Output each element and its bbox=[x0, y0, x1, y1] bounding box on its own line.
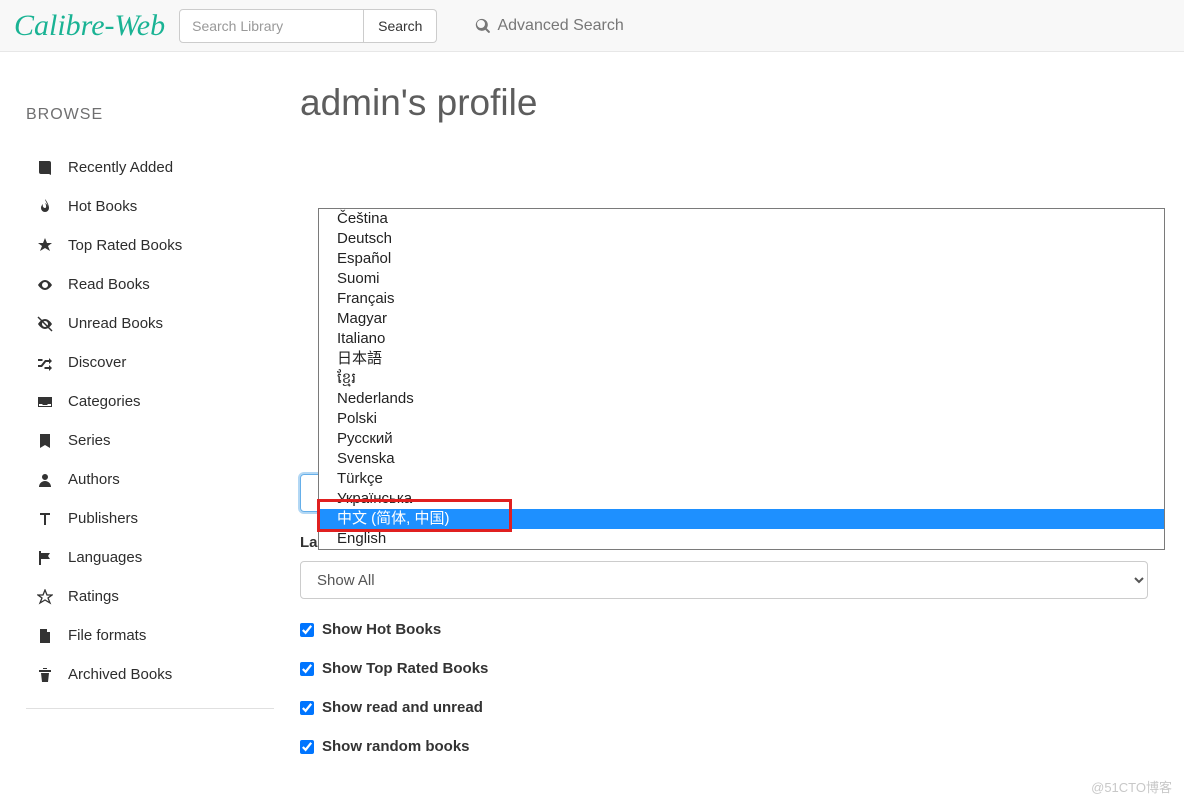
language-option[interactable]: Čeština bbox=[319, 209, 1164, 229]
watermark: @51CTO博客 bbox=[1091, 777, 1172, 796]
user-icon bbox=[36, 471, 54, 488]
language-option[interactable]: Українська bbox=[319, 489, 1164, 509]
checkbox-label: Show read and unread bbox=[322, 699, 483, 716]
language-option[interactable]: Italiano bbox=[319, 329, 1164, 349]
advanced-search-label: Advanced Search bbox=[497, 17, 623, 35]
star-open-icon bbox=[36, 588, 54, 605]
language-option[interactable]: ខ្មែរ bbox=[319, 369, 1164, 389]
language-option[interactable]: Svenska bbox=[319, 449, 1164, 469]
checkbox-2[interactable] bbox=[300, 701, 314, 715]
checkbox-0[interactable] bbox=[300, 623, 314, 637]
checkbox-3[interactable] bbox=[300, 740, 314, 754]
fire-icon bbox=[36, 198, 54, 215]
star-icon bbox=[36, 237, 54, 254]
sidebar-item-flag[interactable]: Languages bbox=[26, 538, 274, 577]
language-option[interactable]: English bbox=[319, 529, 1164, 549]
checkbox-row: Show read and unread bbox=[300, 699, 1184, 716]
sidebar-item-label: Ratings bbox=[68, 588, 119, 605]
page-title: admin's profile bbox=[300, 82, 1184, 124]
flag-icon bbox=[36, 549, 54, 566]
nav-list: Recently Added Hot Books Top Rated Books Re… bbox=[26, 148, 274, 694]
sidebar-item-label: File formats bbox=[68, 627, 146, 644]
checkbox-row: Show random books bbox=[300, 738, 1184, 755]
random-icon bbox=[36, 354, 54, 371]
sidebar-item-label: Hot Books bbox=[68, 198, 137, 215]
font-icon bbox=[36, 510, 54, 527]
main-content: admin's profile ČeštinaDeutschEspañolSuo… bbox=[300, 52, 1184, 755]
sidebar-item-book[interactable]: Recently Added bbox=[26, 148, 274, 187]
sidebar-item-eye-slash[interactable]: Unread Books bbox=[26, 304, 274, 343]
sidebar-item-label: Series bbox=[68, 432, 111, 449]
search-group: Search bbox=[179, 9, 437, 43]
sidebar-item-font[interactable]: Publishers bbox=[26, 499, 274, 538]
language-option[interactable]: Deutsch bbox=[319, 229, 1164, 249]
sidebar-item-label: Categories bbox=[68, 393, 141, 410]
sidebar-item-star-open[interactable]: Ratings bbox=[26, 577, 274, 616]
file-icon bbox=[36, 627, 54, 644]
sidebar-item-user[interactable]: Authors bbox=[26, 460, 274, 499]
sidebar-heading: BROWSE bbox=[26, 106, 274, 124]
eye-icon bbox=[36, 276, 54, 293]
sidebar-item-label: Unread Books bbox=[68, 315, 163, 332]
app-logo: Calibre-Web bbox=[14, 9, 165, 43]
language-listbox[interactable]: ČeštinaDeutschEspañolSuomiFrançaisMagyar… bbox=[318, 208, 1165, 550]
sidebar-item-inbox[interactable]: Categories bbox=[26, 382, 274, 421]
search-input[interactable] bbox=[179, 9, 364, 43]
language-option[interactable]: Français bbox=[319, 289, 1164, 309]
language-option[interactable]: 日本語 bbox=[319, 349, 1164, 369]
advanced-search-link[interactable]: Advanced Search bbox=[475, 17, 623, 35]
sidebar-item-label: Top Rated Books bbox=[68, 237, 182, 254]
trash-icon bbox=[36, 666, 54, 683]
sidebar-item-file[interactable]: File formats bbox=[26, 616, 274, 655]
checkbox-row: Show Top Rated Books bbox=[300, 660, 1184, 677]
sidebar-item-star[interactable]: Top Rated Books bbox=[26, 226, 274, 265]
inbox-icon bbox=[36, 393, 54, 410]
sidebar-item-eye[interactable]: Read Books bbox=[26, 265, 274, 304]
book-icon bbox=[36, 159, 54, 176]
language-option[interactable]: Polski bbox=[319, 409, 1164, 429]
sidebar-item-label: Archived Books bbox=[68, 666, 172, 683]
checkbox-label: Show random books bbox=[322, 738, 470, 755]
checkbox-label: Show Top Rated Books bbox=[322, 660, 488, 677]
sidebar-item-trash[interactable]: Archived Books bbox=[26, 655, 274, 694]
language-option[interactable]: 中文 (简体, 中国) bbox=[319, 509, 1164, 529]
eye-slash-icon bbox=[36, 315, 54, 332]
sidebar-item-label: Discover bbox=[68, 354, 126, 371]
sidebar-item-label: Publishers bbox=[68, 510, 138, 527]
bookmark-icon bbox=[36, 432, 54, 449]
checkbox-label: Show Hot Books bbox=[322, 621, 441, 638]
language-of-books-select[interactable]: Show All bbox=[300, 561, 1148, 599]
language-option[interactable]: Magyar bbox=[319, 309, 1164, 329]
sidebar-item-fire[interactable]: Hot Books bbox=[26, 187, 274, 226]
sidebar-divider bbox=[26, 708, 274, 709]
sidebar-item-label: Read Books bbox=[68, 276, 150, 293]
navbar: Calibre-Web Search Advanced Search bbox=[0, 0, 1184, 52]
checkbox-1[interactable] bbox=[300, 662, 314, 676]
sidebar-item-bookmark[interactable]: Series bbox=[26, 421, 274, 460]
language-option[interactable]: Türkçe bbox=[319, 469, 1164, 489]
search-icon bbox=[475, 18, 491, 34]
language-option[interactable]: Nederlands bbox=[319, 389, 1164, 409]
language-option[interactable]: Русский bbox=[319, 429, 1164, 449]
sidebar-item-label: Languages bbox=[68, 549, 142, 566]
search-button[interactable]: Search bbox=[364, 9, 437, 43]
checkbox-row: Show Hot Books bbox=[300, 621, 1184, 638]
language-option[interactable]: Español bbox=[319, 249, 1164, 269]
language-option[interactable]: Suomi bbox=[319, 269, 1164, 289]
sidebar-item-random[interactable]: Discover bbox=[26, 343, 274, 382]
sidebar: BROWSE Recently Added Hot Books Top Rated … bbox=[0, 52, 300, 755]
sidebar-item-label: Authors bbox=[68, 471, 120, 488]
sidebar-item-label: Recently Added bbox=[68, 159, 173, 176]
